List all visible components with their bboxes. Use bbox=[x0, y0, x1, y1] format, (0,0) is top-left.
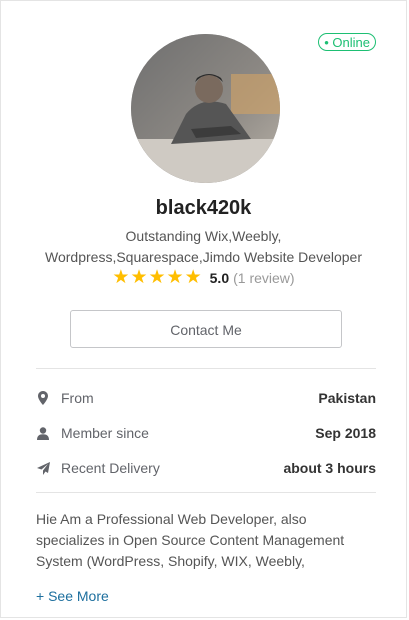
seller-profile-card: • Online black420k Outstanding Wix,Weebl… bbox=[0, 0, 407, 618]
star-icon: ★ bbox=[148, 267, 166, 288]
see-more-link[interactable]: + See More bbox=[36, 588, 109, 604]
stat-value: Sep 2018 bbox=[315, 425, 376, 441]
divider bbox=[36, 368, 376, 369]
online-status-badge: • Online bbox=[318, 33, 376, 51]
rating-stars: ★ ★ ★ ★ ★ bbox=[112, 268, 201, 287]
rating: ★ ★ ★ ★ ★ 5.0 (1 review) bbox=[1, 268, 406, 287]
seller-tagline: Outstanding Wix,Weebly, Wordpress,Square… bbox=[45, 228, 362, 265]
paper-plane-icon bbox=[36, 460, 50, 476]
divider bbox=[36, 492, 376, 493]
username[interactable]: black420k bbox=[1, 197, 406, 220]
location-pin-icon bbox=[36, 390, 50, 406]
stat-value: Pakistan bbox=[318, 390, 376, 406]
stat-row-from: From Pakistan bbox=[36, 388, 376, 408]
avatar-photo bbox=[131, 34, 280, 183]
star-icon: ★ bbox=[184, 267, 202, 288]
avatar[interactable] bbox=[131, 34, 280, 183]
star-icon: ★ bbox=[166, 267, 184, 288]
stat-value: about 3 hours bbox=[283, 460, 376, 476]
user-icon bbox=[36, 425, 50, 441]
contact-me-button[interactable]: Contact Me bbox=[70, 310, 342, 348]
review-count[interactable]: (1 review) bbox=[233, 270, 294, 286]
stat-label: Member since bbox=[61, 425, 149, 441]
seller-description: Hie Am a Professional Web Developer, als… bbox=[36, 511, 345, 569]
stat-label: Recent Delivery bbox=[61, 460, 160, 476]
stat-row-recent-delivery: Recent Delivery about 3 hours bbox=[36, 458, 376, 478]
star-icon: ★ bbox=[130, 267, 148, 288]
stat-label: From bbox=[61, 390, 94, 406]
rating-score: 5.0 bbox=[209, 269, 230, 286]
stat-row-member-since: Member since Sep 2018 bbox=[36, 423, 376, 443]
star-icon: ★ bbox=[112, 267, 130, 288]
